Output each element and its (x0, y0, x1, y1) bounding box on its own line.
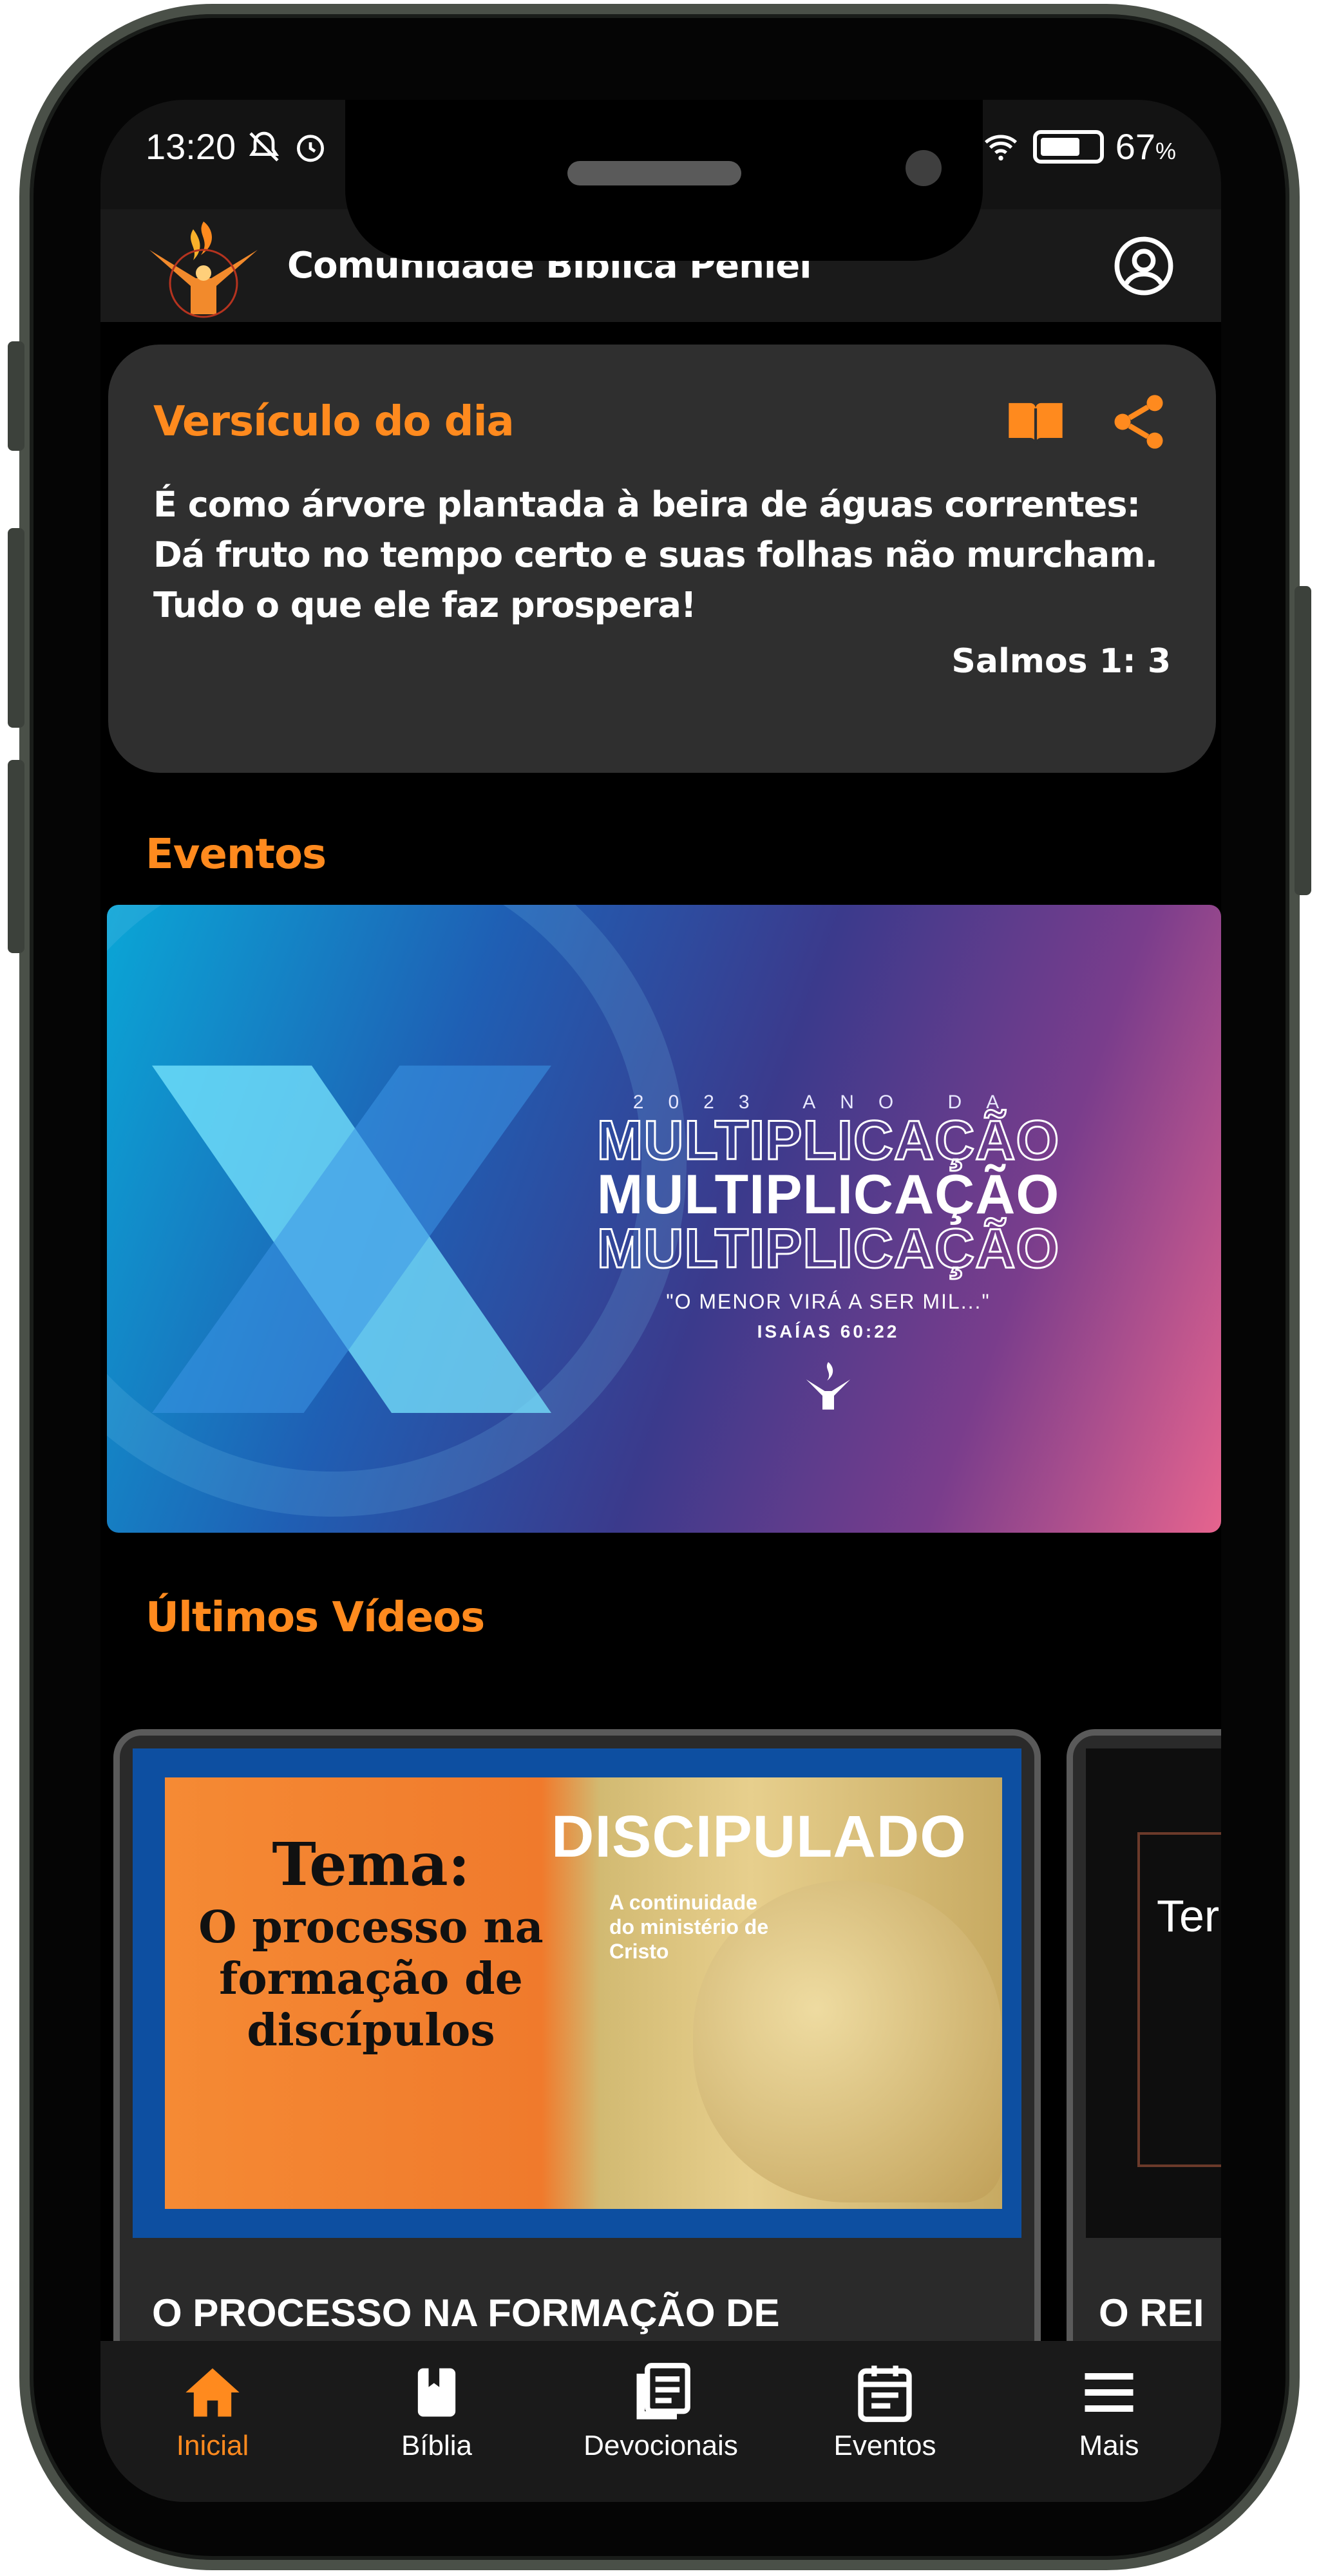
nav-item-eventos[interactable]: Eventos (788, 2360, 982, 2462)
status-time: 13:20 (146, 126, 236, 167)
phone-power-button (1295, 586, 1311, 895)
nav-item-devocionais[interactable]: Devocionais (564, 2360, 757, 2462)
nav-label: Mais (1079, 2430, 1139, 2461)
thumbnail-caption: A continuidade do ministério de Cristo (609, 1891, 769, 1963)
nav-item-biblia[interactable]: Bíblia (340, 2360, 533, 2462)
church-logo-icon (149, 221, 258, 317)
share-icon[interactable] (1106, 390, 1171, 454)
camera-notch (345, 100, 983, 261)
thumbnail-heading: DISCIPULADO (551, 1804, 967, 1870)
book-icon[interactable] (1003, 390, 1068, 454)
thumbnail-theme: Tema: O processo na formação de discípul… (198, 1830, 544, 2056)
battery-icon (1032, 129, 1104, 164)
bible-icon (417, 2368, 456, 2417)
banner-text-block: 2023 ANO DA MULTIPLICAÇÃO MULTIPLICAÇÃO … (493, 1092, 1163, 1414)
event-banner[interactable]: 2023 ANO DA MULTIPLICAÇÃO MULTIPLICAÇÃO … (107, 905, 1221, 1533)
nav-item-inicial[interactable]: Inicial (116, 2360, 309, 2462)
verse-title: Versículo do dia (153, 398, 515, 446)
events-section-title: Eventos (146, 831, 327, 878)
app-screen: 13:20 67% Comunidade Bíblica Peniel Vers (100, 100, 1221, 2502)
phone-side-button (8, 760, 24, 953)
nav-label: Inicial (176, 2430, 249, 2461)
banner-word-outline-bottom: MULTIPLICAÇÃO (596, 1218, 1060, 1280)
thumbnail-text: Ter (1157, 1891, 1220, 1941)
phone-side-button (8, 528, 24, 728)
home-icon (185, 2368, 240, 2417)
muted-notifications-icon (249, 131, 280, 162)
wifi-icon (984, 135, 1017, 160)
profile-icon[interactable] (1112, 234, 1176, 298)
alarm-icon (297, 134, 325, 162)
thumbnail-frame (1137, 1832, 1221, 2167)
nav-item-mais[interactable]: Mais (1012, 2360, 1206, 2462)
earpiece-speaker (567, 161, 741, 185)
thumbnail-artwork: Tema: O processo na formação de discípul… (165, 1777, 1002, 2209)
video-thumbnail: Ter (1086, 1748, 1221, 2238)
calendar-icon (858, 2365, 912, 2422)
nav-label: Bíblia (401, 2430, 473, 2461)
menu-icon (1085, 2373, 1134, 2412)
front-camera (906, 150, 942, 186)
banner-word-outline-top: MULTIPLICAÇÃO (596, 1110, 1060, 1171)
video-thumbnail: Tema: O processo na formação de discípul… (133, 1748, 1021, 2238)
videos-section-title: Últimos Vídeos (146, 1594, 485, 1642)
bottom-navigation: Inicial Bíblia Devocionais Eventos Mais (100, 2341, 1221, 2502)
banner-church-logo-icon (806, 1362, 851, 1410)
nav-label: Eventos (833, 2430, 936, 2461)
battery-percent: 67% (1115, 126, 1176, 167)
devotionals-icon (636, 2363, 690, 2420)
banner-quote: "O MENOR VIRÁ A SER MIL..." (666, 1290, 991, 1313)
verse-of-the-day-card: Versículo do dia É como árvore plantada … (108, 345, 1216, 773)
verse-text: É como árvore plantada à beira de águas … (153, 484, 1158, 625)
banner-word-solid: MULTIPLICAÇÃO (596, 1164, 1060, 1226)
nav-label: Devocionais (584, 2430, 738, 2461)
verse-reference: Salmos 1: 3 (951, 642, 1171, 681)
banner-reference: ISAÍAS 60:22 (757, 1321, 900, 1341)
phone-side-button (8, 341, 24, 451)
